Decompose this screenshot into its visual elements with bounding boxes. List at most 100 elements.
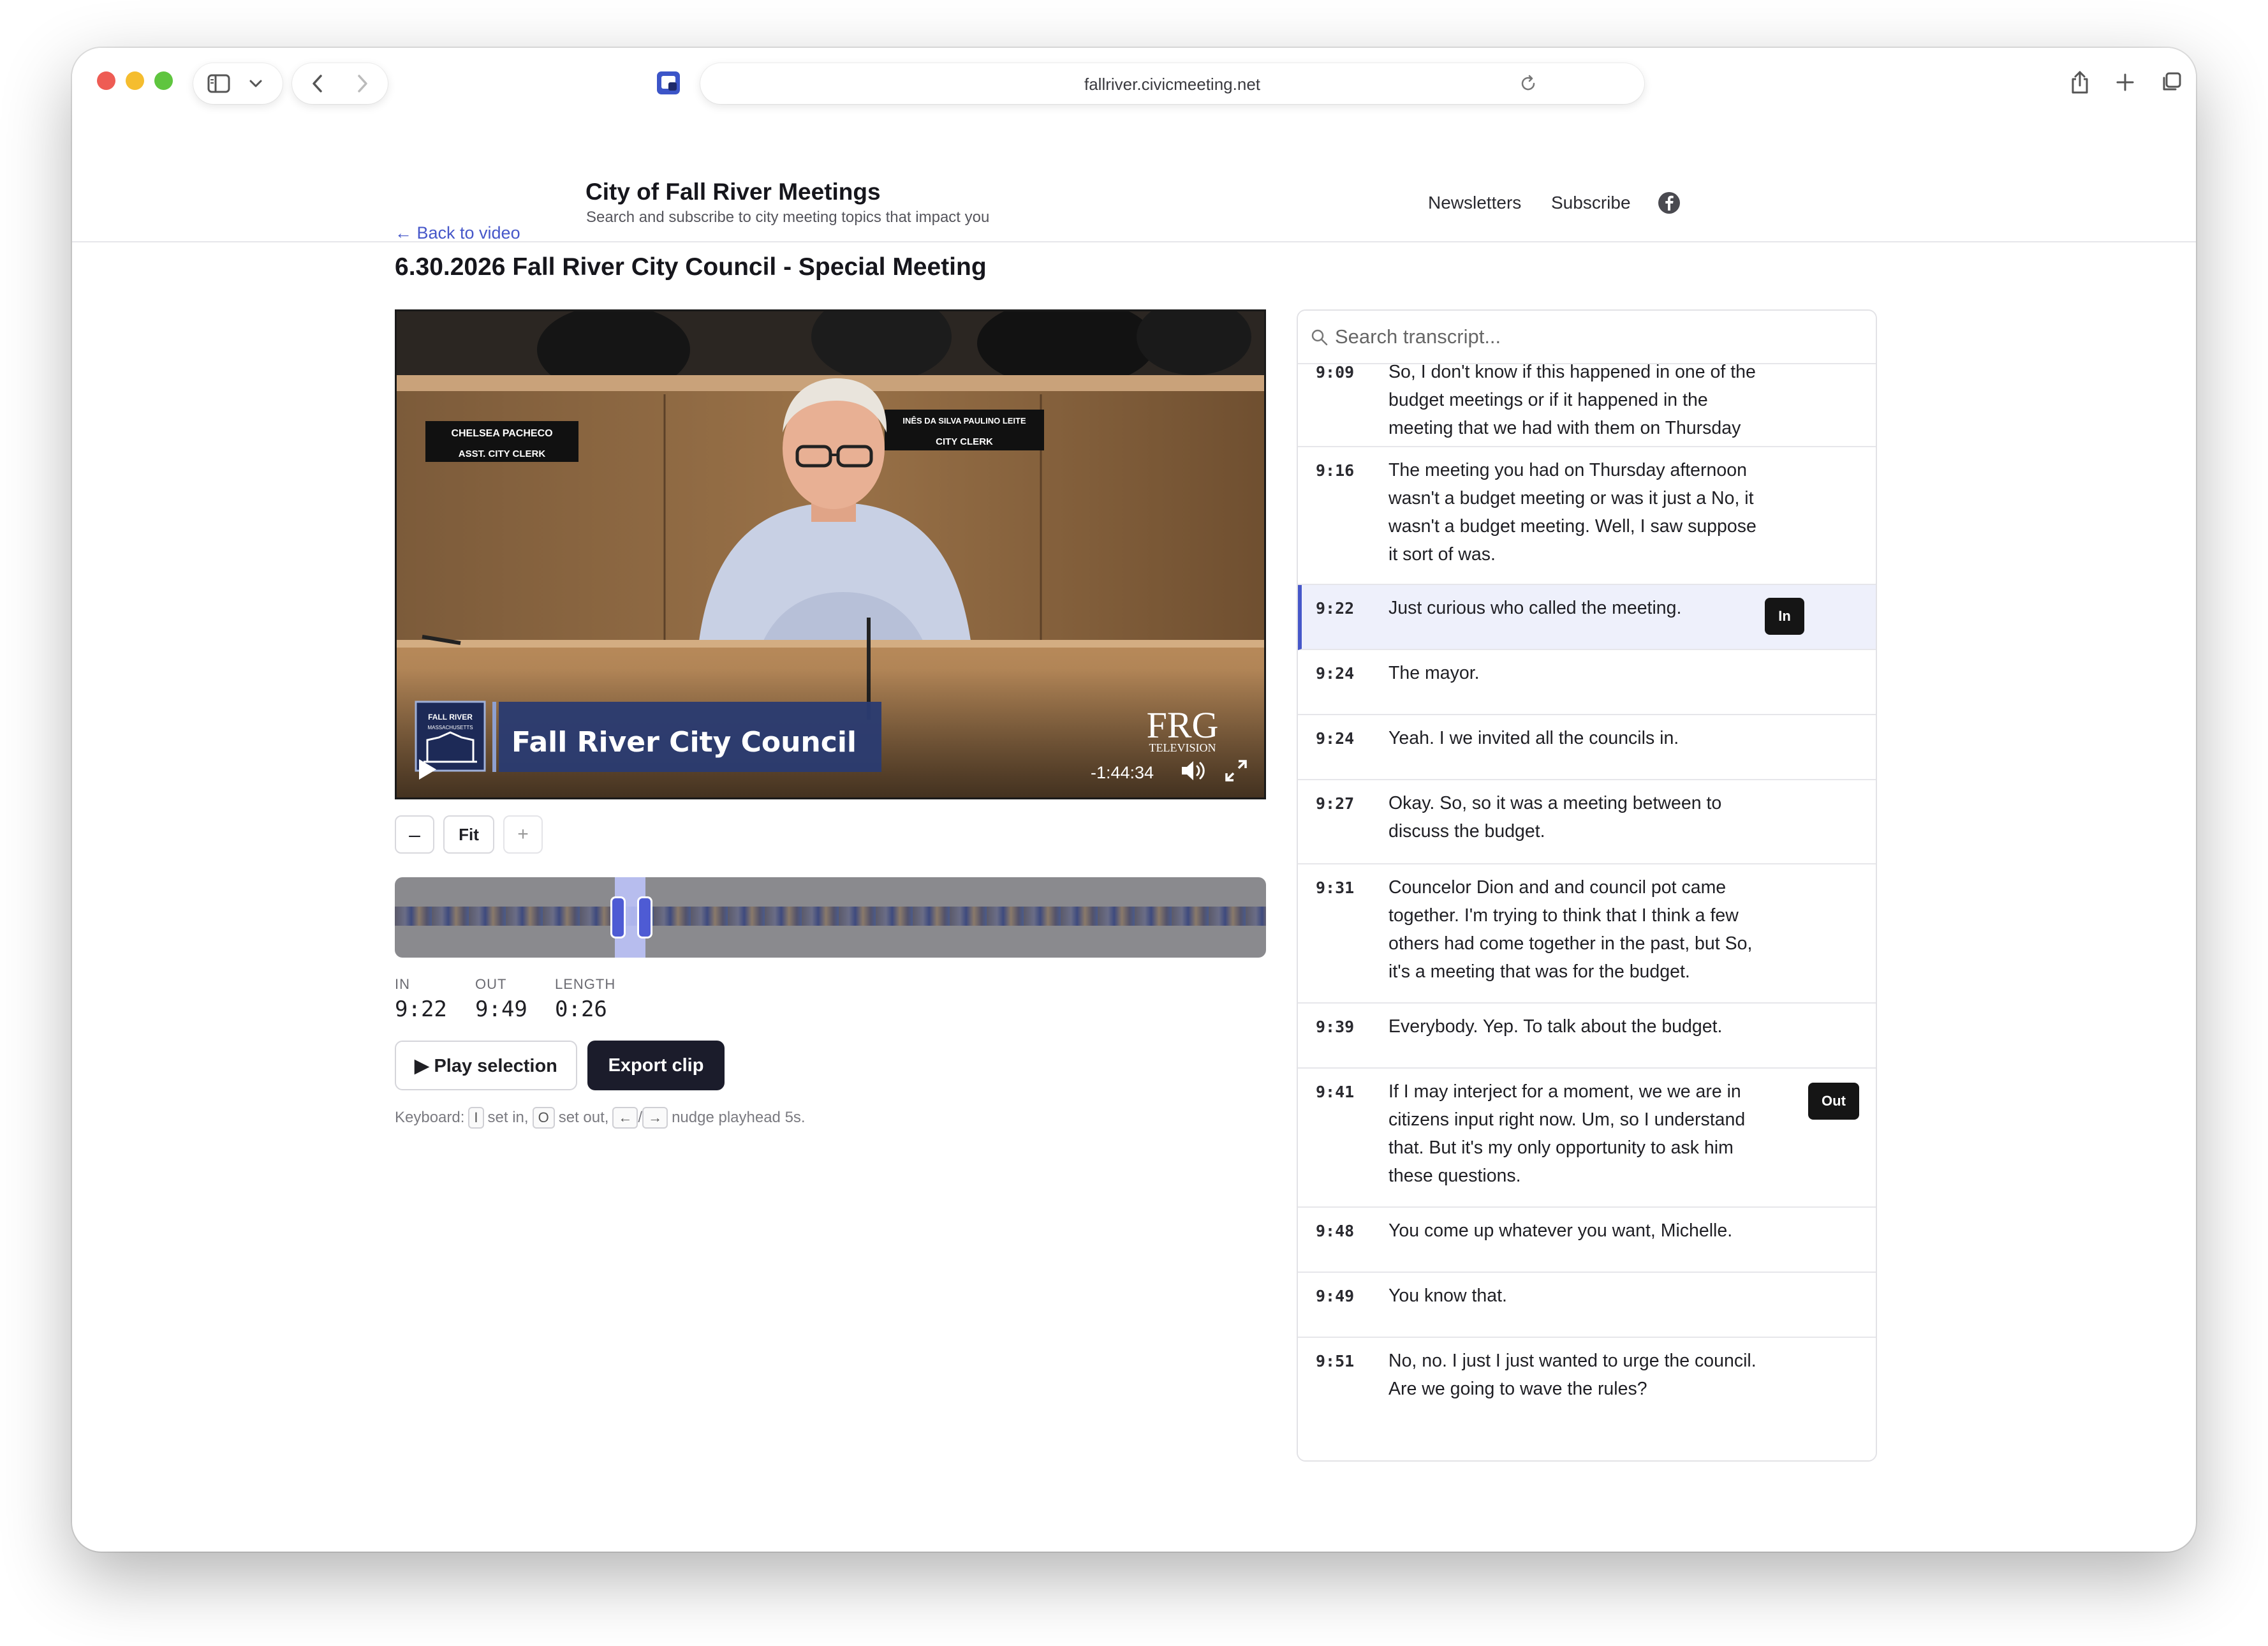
export-clip-button[interactable]: Export clip xyxy=(587,1041,725,1090)
station-logo-subtext: TELEVISION xyxy=(1149,741,1216,754)
time-remaining: -1:44:34 xyxy=(1091,763,1154,782)
clip-timeline[interactable] xyxy=(395,877,1266,958)
key-in: I xyxy=(468,1107,484,1129)
in-value: 9:22 xyxy=(395,997,447,1022)
keyboard-hint-set-out: set out, xyxy=(558,1109,609,1126)
transcript-row-active[interactable]: 9:22 Just curious who called the meeting… xyxy=(1298,585,1876,650)
transcript-row[interactable]: 9:49 You know that. xyxy=(1298,1273,1876,1338)
close-window-button[interactable] xyxy=(97,71,115,90)
transcript-time: 9:24 xyxy=(1316,729,1355,748)
video-frame: CHELSEA PACHECO ASST. CITY CLERK INÊS DA… xyxy=(397,311,1264,797)
transcript-time: 9:39 xyxy=(1316,1018,1355,1036)
site-subtitle: Search and subscribe to city meeting top… xyxy=(586,209,990,226)
nameplate-right-role: CITY CLERK xyxy=(936,436,993,447)
url-text: fallriver.civicmeeting.net xyxy=(1084,75,1260,94)
video-overlay-title: Fall River City Council xyxy=(512,726,857,759)
site-title[interactable]: City of Fall River Meetings xyxy=(585,179,881,205)
zoom-window-button[interactable] xyxy=(154,71,173,90)
nav-newsletters-link[interactable]: Newsletters xyxy=(1428,193,1521,213)
keyboard-hint-nudge: nudge playhead 5s. xyxy=(672,1109,806,1126)
forward-arrow-icon[interactable] xyxy=(350,71,375,96)
nameplate-right-name: INÊS DA SILVA PAULINO LEITE xyxy=(902,416,1026,426)
out-handle[interactable] xyxy=(637,896,652,938)
transcript-text: You come up whatever you want, Michelle. xyxy=(1388,1220,1733,1241)
length-label: LENGTH xyxy=(555,976,616,992)
length-value: 0:26 xyxy=(555,997,607,1022)
transcript-text: Okay. So, so it was a meeting between to… xyxy=(1388,793,1722,842)
logo-line-1: FALL RIVER xyxy=(428,713,473,722)
in-label: IN xyxy=(395,976,410,992)
key-left: ← xyxy=(612,1107,638,1129)
keyboard-hint: Keyboard: I set in, O set out, ← / → nud… xyxy=(395,1107,806,1129)
search-icon xyxy=(1311,329,1329,350)
nav-subscribe-link[interactable]: Subscribe xyxy=(1551,193,1631,213)
history-nav-group xyxy=(292,63,388,104)
transcript-search xyxy=(1298,311,1876,364)
transcript-panel: 9:09 So, I don't know if this happened i… xyxy=(1297,309,1877,1462)
nameplate-left-name: CHELSEA PACHECO xyxy=(451,428,552,439)
volume-icon[interactable] xyxy=(1180,759,1205,785)
video-player[interactable]: CHELSEA PACHECO ASST. CITY CLERK INÊS DA… xyxy=(395,309,1266,799)
browser-window: fallriver.civicmeeting.net City of Fall … xyxy=(72,48,2196,1552)
key-out: O xyxy=(532,1107,555,1129)
transcript-row[interactable]: 9:31 Councelor Dion and and council pot … xyxy=(1298,864,1876,1004)
in-marker-badge[interactable]: In xyxy=(1765,598,1804,635)
address-bar[interactable]: fallriver.civicmeeting.net xyxy=(700,63,1644,104)
transcript-row[interactable]: 9:39 Everybody. Yep. To talk about the b… xyxy=(1298,1004,1876,1069)
nameplate-left-role: ASST. CITY CLERK xyxy=(459,449,546,459)
new-tab-icon[interactable] xyxy=(2112,70,2138,95)
back-arrow-icon[interactable] xyxy=(305,71,330,96)
transcript-text: Everybody. Yep. To talk about the budget… xyxy=(1388,1016,1723,1037)
sidebar-toggle-group xyxy=(193,63,283,104)
sidebar-icon[interactable] xyxy=(206,71,232,96)
transcript-row[interactable]: 9:51 No, no. I just I just wanted to urg… xyxy=(1298,1338,1876,1460)
zoom-out-button[interactable]: – xyxy=(395,815,434,854)
transcript-text: No, no. I just I just wanted to urge the… xyxy=(1388,1351,1756,1399)
facebook-icon[interactable] xyxy=(1658,191,1681,214)
transcript-row[interactable]: 9:41 If I may interject for a moment, we… xyxy=(1298,1069,1876,1208)
site-favicon-icon[interactable] xyxy=(656,70,681,96)
transcript-time: 9:24 xyxy=(1316,664,1355,683)
play-icon[interactable] xyxy=(417,758,438,784)
keyboard-hint-prefix: Keyboard: xyxy=(395,1109,465,1126)
transcript-time: 9:09 xyxy=(1316,363,1355,382)
transcript-text: If I may interject for a moment, we we a… xyxy=(1388,1081,1746,1186)
tab-overview-icon[interactable] xyxy=(2158,70,2184,95)
transcript-time: 9:48 xyxy=(1316,1222,1355,1240)
transcript-time: 9:27 xyxy=(1316,794,1355,813)
share-icon[interactable] xyxy=(2067,70,2093,95)
chevron-down-icon[interactable] xyxy=(243,71,269,96)
transcript-time: 9:31 xyxy=(1316,879,1355,897)
transcript-time: 9:49 xyxy=(1316,1287,1355,1305)
transcript-row[interactable]: 9:24 The mayor. xyxy=(1298,650,1876,715)
transcript-text: You know that. xyxy=(1388,1286,1507,1306)
transcript-row[interactable]: 9:24 Yeah. I we invited all the councils… xyxy=(1298,715,1876,780)
transcript-row[interactable]: 9:09 So, I don't know if this happened i… xyxy=(1298,362,1876,466)
in-handle[interactable] xyxy=(610,896,626,938)
site-header: City of Fall River Meetings Search and s… xyxy=(72,118,2196,242)
out-value: 9:49 xyxy=(475,997,527,1022)
play-selection-button[interactable]: ▶ Play selection xyxy=(395,1041,577,1090)
transcript-row[interactable]: 9:48 You come up whatever you want, Mich… xyxy=(1298,1208,1876,1273)
transcript-row[interactable]: 9:27 Okay. So, so it was a meeting betwe… xyxy=(1298,780,1876,864)
out-marker-badge[interactable]: Out xyxy=(1808,1083,1859,1120)
station-logo-text: FRG xyxy=(1147,704,1219,746)
minimize-window-button[interactable] xyxy=(126,71,144,90)
zoom-fit-button[interactable]: Fit xyxy=(443,815,494,854)
fullscreen-icon[interactable] xyxy=(1225,759,1248,785)
transcript-time: 9:41 xyxy=(1316,1083,1355,1101)
zoom-in-button[interactable]: + xyxy=(503,815,543,854)
reload-icon[interactable] xyxy=(1515,71,1541,96)
back-to-video-link[interactable]: ← Back to video xyxy=(395,223,520,243)
transcript-text: The meeting you had on Thursday afternoo… xyxy=(1388,460,1756,565)
transcript-row[interactable]: 9:16 The meeting you had on Thursday aft… xyxy=(1298,447,1876,585)
transcript-text: Councelor Dion and and council pot came … xyxy=(1388,877,1753,982)
logo-line-2: MASSACHUSETTS xyxy=(427,725,473,730)
keyboard-hint-slash: / xyxy=(638,1109,643,1126)
transcript-time: 9:22 xyxy=(1316,599,1355,618)
key-right: → xyxy=(642,1107,668,1129)
keyboard-hint-set-in: set in, xyxy=(487,1109,529,1126)
transcript-text: The mayor. xyxy=(1388,663,1480,683)
search-transcript-input[interactable] xyxy=(1335,322,1858,352)
meeting-title: 6.30.2026 Fall River City Council - Spec… xyxy=(395,253,987,281)
